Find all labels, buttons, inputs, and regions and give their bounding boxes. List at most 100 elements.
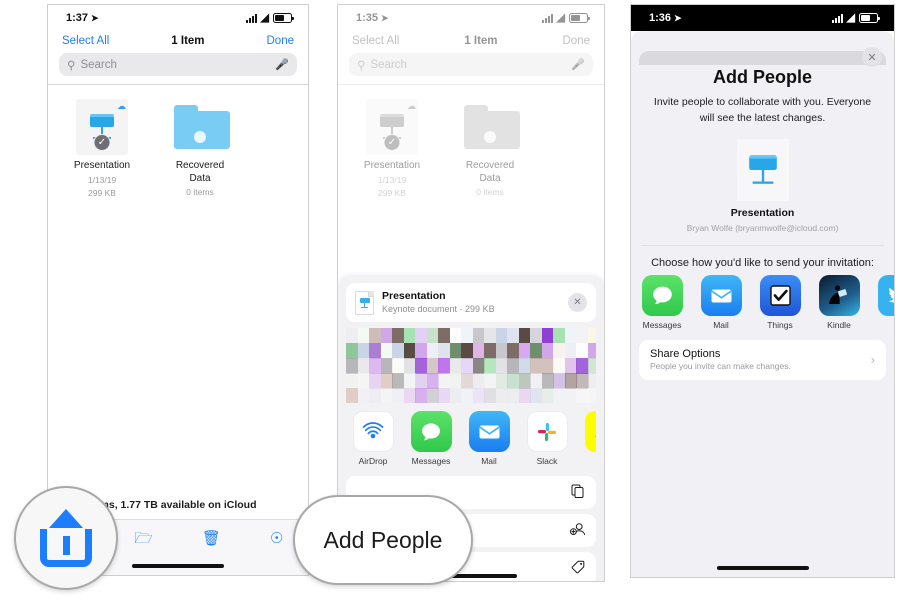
share-app-slack[interactable]: Slack <box>524 411 570 466</box>
trash-icon[interactable]: 🗑 <box>202 531 221 546</box>
share-options-row[interactable]: Share Options People you invite can make… <box>639 339 886 380</box>
search-icon: ⚲ <box>357 59 366 72</box>
home-indicator[interactable] <box>716 566 809 570</box>
status-time: 1:37 <box>66 12 89 24</box>
done-button: Done <box>562 35 591 47</box>
done-button[interactable]: Done <box>267 35 295 47</box>
twitter-icon <box>877 274 894 316</box>
search-container: ⚲ Search 🎤 <box>48 53 308 84</box>
file-grid: ☁ ✓ Presentation 1/13/19 299 KB Recovere… <box>338 85 604 199</box>
share-app-label: AirDrop <box>358 456 388 467</box>
share-app-label: Messages <box>411 456 451 467</box>
wifi-icon: ◢ <box>260 11 269 24</box>
share-app-label: Sn <box>582 456 596 466</box>
file-grid: ☁ ✓ Presentation 1/13/19 299 KB Recovere… <box>48 85 308 199</box>
folder-icon <box>174 105 230 149</box>
folder-icon[interactable]: 🗁 <box>134 531 153 546</box>
invite-app-twitter[interactable]: T <box>875 274 894 330</box>
invite-app-messages[interactable]: Messages <box>639 274 685 330</box>
folder-thumbnail <box>174 99 230 155</box>
slack-icon <box>526 411 568 453</box>
search-placeholder: Search <box>370 58 407 71</box>
invitation-app-row: Messages Mail Things Kindle <box>631 273 894 330</box>
status-bar: 1:36 ➤ ◢ <box>631 5 894 31</box>
file-date: 1/13/19 <box>377 174 407 185</box>
home-indicator-area <box>631 566 894 570</box>
cellular-signal-icon <box>245 13 257 23</box>
selection-count-title: 1 Item <box>171 35 205 47</box>
callout-share-button[interactable] <box>14 486 118 590</box>
home-indicator[interactable] <box>132 564 224 568</box>
invite-app-label: Messages <box>642 319 682 330</box>
invite-app-kindle[interactable]: Kindle <box>816 274 862 330</box>
messages-icon <box>410 411 452 453</box>
share-options-subtitle: People you invite can make changes. <box>650 361 791 372</box>
selected-checkmark-icon: ✓ <box>93 134 111 151</box>
folder-icon <box>464 105 520 149</box>
select-all-button: Select All <box>352 35 400 47</box>
invite-app-label: Kindle <box>827 319 851 330</box>
close-icon[interactable]: ✕ <box>568 293 587 313</box>
file-item-recovered-data[interactable]: Recovered Data 0 items <box>164 99 236 199</box>
invite-app-label: T <box>875 320 894 330</box>
close-icon[interactable]: ✕ <box>862 47 882 67</box>
files-navigation-bar: Select All 1 Item Done <box>48 31 308 53</box>
document-name: Presentation <box>730 206 795 219</box>
page-description: Invite people to collaborate with you. E… <box>653 96 872 124</box>
microphone-icon[interactable]: 🎤 <box>275 58 289 71</box>
airdrop-icon <box>352 411 394 453</box>
add-people-body: ✕ Add People Invite people to collaborat… <box>631 31 894 380</box>
wifi-icon: ◢ <box>556 11 565 24</box>
file-date: 1/13/19 <box>87 174 117 185</box>
status-bar: 1:37 ➤ ◢ <box>48 5 308 31</box>
file-size: 299 KB <box>88 187 116 198</box>
callout-label: Add People <box>323 526 443 553</box>
callout-add-people[interactable]: Add People <box>293 495 473 585</box>
file-item-presentation: ☁ ✓ Presentation 1/13/19 299 KB <box>356 99 428 199</box>
shared-document-preview: Presentation Bryan Wolfe (bryanmwolfe@ic… <box>631 127 894 233</box>
location-arrow-icon: ➤ <box>91 12 99 23</box>
file-item-presentation[interactable]: ☁ ✓ Presentation 1/13/19 299 KB <box>66 99 138 199</box>
share-app-label: Slack <box>536 456 558 467</box>
snapchat-icon <box>584 411 596 453</box>
share-app-label: Mail <box>481 456 497 467</box>
share-sheet-document-header[interactable]: Presentation Keynote document · 299 KB ✕ <box>346 283 596 323</box>
microphone-icon: 🎤 <box>571 59 585 71</box>
share-document-title: Presentation <box>382 290 446 302</box>
file-item-recovered-data: Recovered Data 0 items <box>454 99 526 199</box>
icloud-download-icon: ☁ <box>117 101 126 111</box>
selected-checkmark-icon: ✓ <box>383 134 401 151</box>
copy-icon <box>571 484 585 501</box>
wifi-icon: ◢ <box>846 11 855 24</box>
share-app-snapchat[interactable]: Sn <box>582 411 596 466</box>
share-app-airdrop[interactable]: AirDrop <box>350 411 396 466</box>
file-thumbnail: ☁ ✓ <box>366 99 418 155</box>
battery-icon <box>273 13 294 23</box>
file-thumbnail: ☁ ✓ <box>76 99 128 155</box>
blurred-contacts-row[interactable] <box>346 328 596 404</box>
share-options-label: Share Options <box>650 347 721 360</box>
invite-app-mail[interactable]: Mail <box>698 274 744 330</box>
mail-icon <box>700 274 742 316</box>
document-owner: Bryan Wolfe (bryanmwolfe@icloud.com) <box>686 222 839 233</box>
more-icon[interactable]: ☉ <box>270 531 283 546</box>
cellular-signal-icon <box>541 13 553 23</box>
add-person-icon <box>570 522 586 539</box>
battery-icon <box>569 13 590 23</box>
icloud-download-icon: ☁ <box>407 101 416 111</box>
search-input[interactable]: ⚲ Search 🎤 <box>59 53 297 76</box>
invite-app-label: Mail <box>713 319 729 330</box>
invite-app-things[interactable]: Things <box>757 274 803 330</box>
dimmed-background-layer: 1:35 ➤ ◢ Select All 1 Item Done ⚲ Search <box>338 5 604 199</box>
messages-icon <box>641 274 683 316</box>
select-all-button[interactable]: Select All <box>62 35 109 47</box>
phone-screen-add-people: 1:36 ➤ ◢ ✕ Add People Invite people to c… <box>630 4 895 578</box>
battery-icon <box>859 13 880 23</box>
cellular-signal-icon <box>831 13 843 23</box>
share-app-messages[interactable]: Messages <box>408 411 454 466</box>
status-time: 1:35 <box>356 12 379 24</box>
invite-app-label: Things <box>767 319 793 330</box>
files-navigation-bar: Select All 1 Item Done <box>338 31 604 53</box>
share-app-mail[interactable]: Mail <box>466 411 512 466</box>
choose-method-label: Choose how you'd like to send your invit… <box>651 256 874 269</box>
